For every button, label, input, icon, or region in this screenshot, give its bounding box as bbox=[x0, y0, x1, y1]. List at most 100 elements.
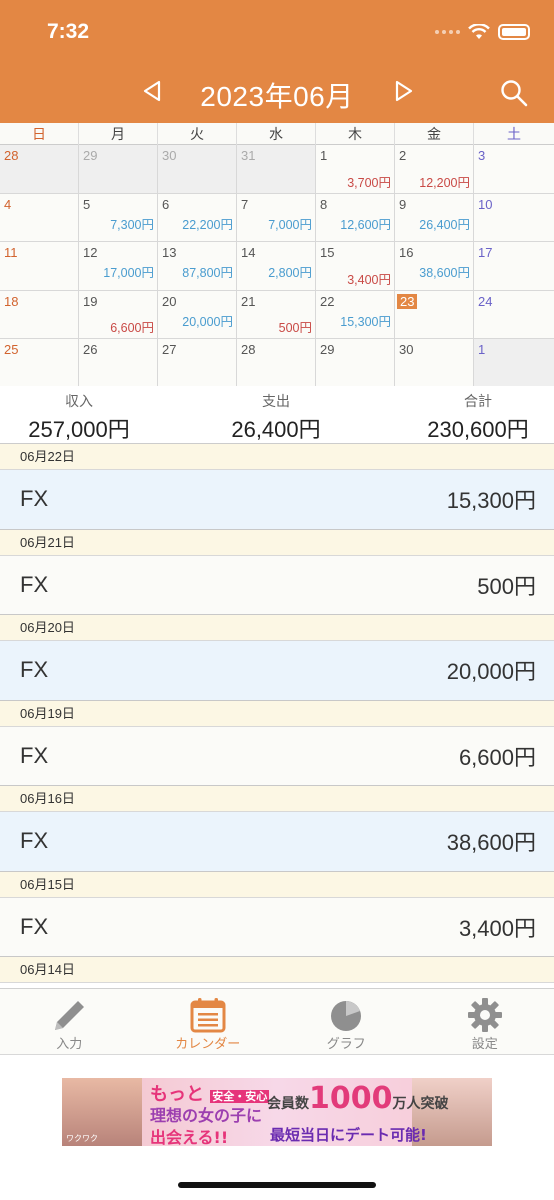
calendar-day[interactable]: 17 bbox=[474, 242, 554, 291]
ad-brand: ワクワク bbox=[66, 1134, 98, 1143]
calendar-day[interactable]: 26 bbox=[79, 339, 158, 388]
day-expense: 12,200円 bbox=[419, 175, 470, 190]
transaction-amount: 38,600円 bbox=[446, 830, 536, 856]
transaction-amount: 6,600円 bbox=[458, 744, 536, 770]
day-number: 12 bbox=[83, 245, 98, 261]
day-number: 28 bbox=[4, 148, 19, 163]
day-number: 31 bbox=[241, 148, 256, 163]
monthly-summary: 収入 257,000円 支出 26,400円 合計 230,600円 bbox=[0, 386, 554, 444]
calendar-day[interactable]: 21 500円 bbox=[237, 290, 316, 340]
calendar-day[interactable]: 28 bbox=[237, 339, 316, 388]
day-income: 38,600円 bbox=[419, 266, 470, 281]
calendar-day[interactable]: 24 bbox=[474, 290, 554, 340]
day-income: 22,200円 bbox=[182, 217, 233, 232]
day-number: 17 bbox=[478, 245, 493, 261]
calendar-day[interactable]: 9 26,400円 bbox=[395, 193, 474, 243]
total-value: 230,600円 bbox=[427, 417, 529, 442]
calendar-day[interactable]: 29 bbox=[316, 339, 395, 388]
day-income: 2,800円 bbox=[268, 266, 312, 281]
calendar-day[interactable]: 5 7,300円 bbox=[79, 193, 158, 243]
calendar-day[interactable]: 20 20,000円 bbox=[158, 290, 237, 340]
calendar-day[interactable]: 14 2,800円 bbox=[237, 242, 316, 291]
transaction-row[interactable]: FX 20,000円 bbox=[0, 641, 554, 701]
calendar-day[interactable]: 19 6,600円 bbox=[79, 290, 158, 340]
expense-value: 26,400円 bbox=[231, 417, 321, 442]
day-number: 9 bbox=[399, 196, 407, 212]
calendar-day[interactable]: 30 bbox=[158, 145, 237, 194]
calendar-day[interactable]: 11 bbox=[0, 242, 79, 291]
calendar-day[interactable]: 7 7,000円 bbox=[237, 193, 316, 243]
tab-input[interactable]: 入力 bbox=[0, 989, 139, 1054]
income-value: 257,000円 bbox=[28, 417, 130, 442]
day-number: 5 bbox=[83, 196, 91, 212]
app-header: 7:32 2023年06月 bbox=[0, 0, 554, 123]
calendar-day[interactable]: 23 bbox=[395, 290, 474, 340]
day-number: 6 bbox=[162, 196, 170, 212]
calendar-day[interactable]: 1 3,700円 bbox=[316, 145, 395, 194]
expense-label: 支出 bbox=[262, 393, 290, 409]
calendar-day[interactable]: 16 38,600円 bbox=[395, 242, 474, 291]
home-indicator bbox=[178, 1182, 376, 1188]
tab-calendar[interactable]: カレンダー bbox=[139, 989, 278, 1054]
transaction-row[interactable]: FX 6,600円 bbox=[0, 726, 554, 786]
pencil-icon bbox=[55, 1001, 85, 1030]
day-number: 11 bbox=[4, 245, 18, 261]
status-icons bbox=[435, 24, 530, 40]
day-number: 1 bbox=[478, 342, 486, 358]
transaction-row[interactable]: FX 3,400円 bbox=[0, 897, 554, 957]
calendar-day[interactable]: 31 bbox=[237, 145, 316, 194]
calendar-day[interactable]: 27 bbox=[158, 339, 237, 388]
transaction-list[interactable]: 06月22日 FX 15,300円 06月21日 FX 500円 06月20日 FX 20,00… bbox=[0, 444, 554, 988]
day-number: 1 bbox=[320, 148, 328, 163]
day-number: 13 bbox=[162, 245, 177, 261]
next-month-button[interactable] bbox=[390, 78, 416, 104]
day-income: 7,300円 bbox=[110, 217, 154, 232]
search-icon[interactable] bbox=[500, 79, 528, 107]
transaction-row[interactable]: FX 500円 bbox=[0, 555, 554, 615]
date-header: 06月16日 bbox=[0, 786, 554, 812]
calendar-day[interactable]: 4 bbox=[0, 193, 79, 243]
calendar-day[interactable]: 25 bbox=[0, 339, 79, 388]
day-income: 20,000円 bbox=[182, 314, 233, 329]
calendar-day[interactable]: 3 bbox=[474, 145, 554, 194]
calendar-day[interactable]: 10 bbox=[474, 193, 554, 243]
calendar-day[interactable]: 22 15,300円 bbox=[316, 290, 395, 340]
day-number: 29 bbox=[320, 342, 335, 358]
ad-badge: 会員数1000万人突破 bbox=[267, 1081, 449, 1116]
calendar-day[interactable]: 8 12,600円 bbox=[316, 193, 395, 243]
tab-label: グラフ bbox=[326, 1036, 366, 1051]
calendar-day[interactable]: 1 bbox=[474, 339, 554, 388]
day-number: 2 bbox=[399, 148, 407, 163]
calendar-day[interactable]: 30 bbox=[395, 339, 474, 388]
calendar-grid: 28 29 30 31 1 3,700円 2 12,200円 3 4 5 7,300円 6 22,200円… bbox=[0, 145, 554, 388]
tab-settings[interactable]: 設定 bbox=[416, 989, 554, 1054]
calendar: 日 月 火 水 木 金 土 28 29 30 31 1 3,700円 2 12,200円 3 4 5… bbox=[0, 123, 554, 388]
day-number: 8 bbox=[320, 196, 328, 212]
signal-dots-icon bbox=[435, 30, 460, 34]
weekday-header: 日 月 火 水 木 金 土 bbox=[0, 123, 554, 145]
transaction-row[interactable]: FX 38,600円 bbox=[0, 812, 554, 872]
calendar-day[interactable]: 28 bbox=[0, 145, 79, 194]
calendar-day[interactable]: 2 12,200円 bbox=[395, 145, 474, 194]
tab-graph[interactable]: グラフ bbox=[277, 989, 416, 1054]
ad-banner[interactable]: もっと 安全・安心 理想の女の子に 出会える!! 会員数1000万人突破 最短当… bbox=[62, 1078, 492, 1146]
calendar-day[interactable]: 6 22,200円 bbox=[158, 193, 237, 243]
month-title: 2023年06月 bbox=[200, 81, 354, 112]
wifi-icon bbox=[468, 24, 490, 39]
date-header: 06月14日 bbox=[0, 957, 554, 983]
day-income: 15,300円 bbox=[340, 314, 391, 329]
calendar-day[interactable]: 29 bbox=[79, 145, 158, 194]
calendar-day[interactable]: 18 bbox=[0, 290, 79, 340]
status-time: 7:32 bbox=[47, 20, 90, 43]
calendar-day[interactable]: 13 87,800円 bbox=[158, 242, 237, 291]
ad-text: 出会える!! bbox=[150, 1128, 229, 1146]
weekday-label: 金 bbox=[395, 123, 474, 145]
day-number: 25 bbox=[4, 342, 19, 358]
day-number: 16 bbox=[399, 245, 414, 261]
calendar-day[interactable]: 15 3,400円 bbox=[316, 242, 395, 291]
transaction-row[interactable]: FX 15,300円 bbox=[0, 470, 554, 530]
calendar-day[interactable]: 12 17,000円 bbox=[79, 242, 158, 291]
day-expense: 3,700円 bbox=[347, 175, 391, 190]
day-number: 3 bbox=[478, 148, 486, 163]
day-number: 7 bbox=[241, 196, 249, 212]
